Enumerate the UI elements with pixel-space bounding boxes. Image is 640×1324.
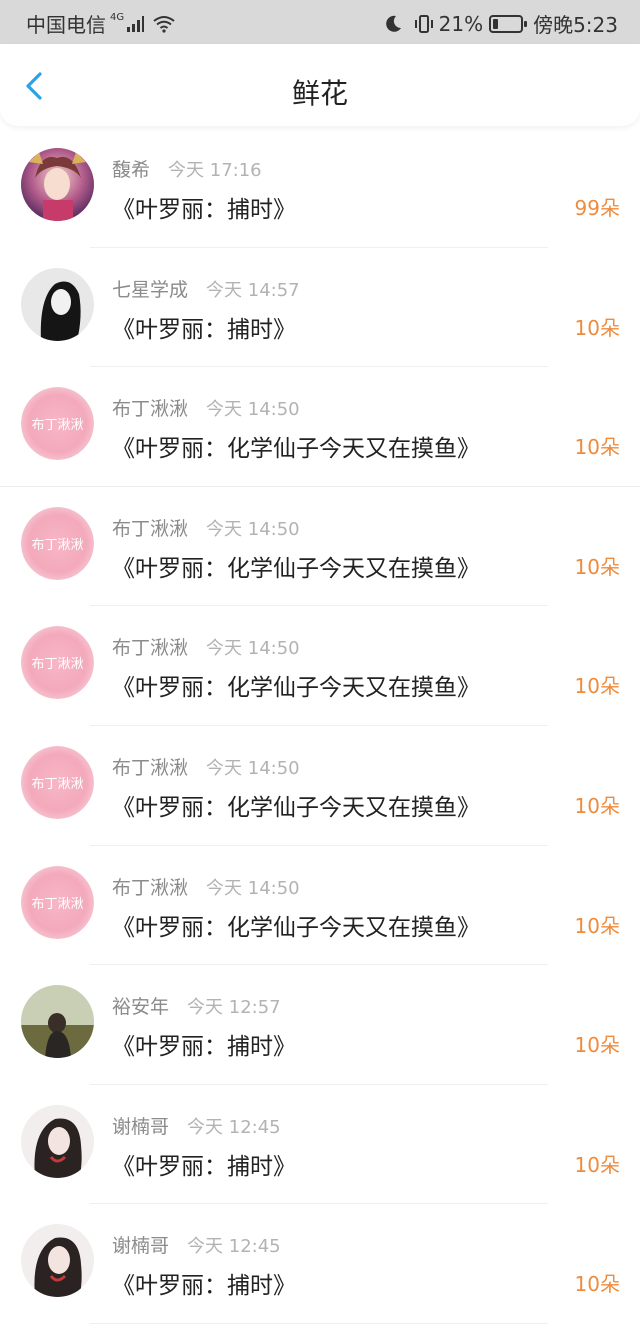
- list-item[interactable]: 馥希 今天 17:16 《叶罗丽：捕时》 99朵: [0, 128, 640, 248]
- avatar[interactable]: [21, 985, 94, 1059]
- flower-count: 99朵: [574, 196, 620, 220]
- avatar-text: 布丁湫湫: [31, 537, 84, 553]
- user-name[interactable]: 布丁湫湫 今天 14:50: [112, 514, 300, 541]
- timestamp: 今天 17:16: [168, 160, 262, 181]
- list-item[interactable]: 布丁湫湫 布丁湫湫 今天 14:50 《叶罗丽：化学仙子今天又在摸鱼》 10朵: [0, 846, 640, 966]
- avatar[interactable]: 布丁湫湫: [21, 865, 94, 939]
- avatar[interactable]: [21, 148, 94, 221]
- user-name-text: 裕安年: [112, 996, 170, 1019]
- list-item[interactable]: 布丁湫湫 布丁湫湫 今天 14:50 《叶罗丽：化学仙子今天又在摸鱼》 10朵: [0, 487, 640, 607]
- user-name-text: 谢楠哥: [112, 1235, 170, 1258]
- user-name-text: 布丁湫湫: [112, 876, 189, 899]
- status-left: 中国电信 4G: [26, 9, 176, 38]
- timestamp: 今天 14:50: [206, 877, 300, 899]
- user-name-text: 布丁湫湫: [112, 398, 189, 421]
- book-title[interactable]: 《叶罗丽：捕时》: [112, 1027, 296, 1061]
- book-title[interactable]: 《叶罗丽：化学仙子今天又在摸鱼》: [112, 549, 480, 583]
- user-name-text: 谢楠哥: [112, 1115, 170, 1138]
- flower-count: 10朵: [574, 793, 620, 818]
- avatar[interactable]: [21, 1224, 94, 1298]
- timestamp: 今天 12:57: [187, 997, 281, 1019]
- book-title[interactable]: 《叶罗丽：化学仙子今天又在摸鱼》: [112, 788, 480, 822]
- book-title[interactable]: 《叶罗丽：化学仙子今天又在摸鱼》: [112, 668, 480, 702]
- avatar[interactable]: 布丁湫湫: [21, 506, 94, 580]
- flower-count: 10朵: [574, 913, 620, 938]
- user-name[interactable]: 谢楠哥 今天 12:45: [112, 1231, 281, 1258]
- flower-list: 馥希 今天 17:16 《叶罗丽：捕时》 99朵七星学成 今天 14:57 《叶罗丽：捕时…: [0, 128, 640, 1324]
- avatar-text: 布丁湫湫: [31, 657, 84, 673]
- avatar-text: 布丁湫湫: [31, 896, 84, 912]
- avatar[interactable]: [21, 267, 94, 341]
- list-item[interactable]: 裕安年 今天 12:57 《叶罗丽：捕时》 10朵: [0, 965, 640, 1085]
- user-name[interactable]: 裕安年 今天 12:57: [112, 992, 281, 1019]
- flower-count: 10朵: [574, 554, 620, 579]
- user-name[interactable]: 馥希 今天 17:16: [112, 155, 262, 182]
- timestamp: 今天 14:57: [206, 279, 300, 301]
- page-title: 鲜花: [291, 77, 348, 110]
- user-name[interactable]: 布丁湫湫 今天 14:50: [112, 873, 300, 900]
- wifi-icon: [153, 15, 175, 33]
- list-item[interactable]: 布丁湫湫 布丁湫湫 今天 14:50 《叶罗丽：化学仙子今天又在摸鱼》 10朵: [0, 606, 640, 726]
- user-name-text: 布丁湫湫: [112, 756, 189, 779]
- user-name[interactable]: 七星学成 今天 14:57: [112, 275, 300, 302]
- flower-count: 10朵: [574, 435, 620, 460]
- timestamp: 今天 14:50: [206, 518, 300, 540]
- avatar[interactable]: [21, 1104, 94, 1178]
- list-item[interactable]: 布丁湫湫 布丁湫湫 今天 14:50 《叶罗丽：化学仙子今天又在摸鱼》 10朵: [0, 367, 640, 487]
- flower-count: 10朵: [574, 315, 620, 340]
- battery-percent: 21%: [438, 11, 484, 36]
- network-label: 4G: [110, 12, 125, 23]
- user-name-text: 馥希: [112, 159, 151, 181]
- timestamp: 今天 14:50: [206, 757, 300, 779]
- flower-count: 10朵: [574, 674, 620, 699]
- avatar-text: 布丁湫湫: [31, 776, 84, 792]
- header-bar: 鲜花: [0, 44, 640, 126]
- book-title[interactable]: 《叶罗丽：捕时》: [112, 1147, 296, 1181]
- status-right: 21% 傍晚5:23: [383, 9, 618, 38]
- book-title[interactable]: 《叶罗丽：捕时》: [112, 1266, 296, 1300]
- book-title[interactable]: 《叶罗丽：捕时》: [112, 190, 296, 224]
- user-name-text: 七星学成: [112, 278, 189, 301]
- book-title[interactable]: 《叶罗丽：化学仙子今天又在摸鱼》: [112, 429, 480, 463]
- avatar[interactable]: 布丁湫湫: [21, 387, 94, 461]
- timestamp: 今天 12:45: [187, 1236, 281, 1258]
- flower-count: 10朵: [574, 1272, 620, 1297]
- flower-count: 10朵: [574, 1152, 620, 1177]
- moon-icon: [385, 15, 401, 32]
- book-title[interactable]: 《叶罗丽：化学仙子今天又在摸鱼》: [112, 908, 480, 942]
- timestamp: 今天 14:50: [206, 638, 300, 660]
- clock: 傍晚5:23: [533, 13, 618, 37]
- user-name-text: 布丁湫湫: [112, 637, 189, 660]
- signal-icon: [127, 15, 145, 32]
- user-name[interactable]: 布丁湫湫 今天 14:50: [112, 753, 300, 780]
- timestamp: 今天 12:45: [187, 1116, 281, 1138]
- list-item[interactable]: 七星学成 今天 14:57 《叶罗丽：捕时》 10朵: [0, 248, 640, 368]
- flower-count: 10朵: [574, 1033, 620, 1058]
- battery-fill: [493, 18, 499, 29]
- list-item[interactable]: 谢楠哥 今天 12:45 《叶罗丽：捕时》 10朵: [0, 1204, 640, 1324]
- user-name[interactable]: 布丁湫湫 今天 14:50: [112, 394, 300, 421]
- list-item[interactable]: 谢楠哥 今天 12:45 《叶罗丽：捕时》 10朵: [0, 1085, 640, 1205]
- user-name[interactable]: 布丁湫湫 今天 14:50: [112, 633, 300, 660]
- avatar[interactable]: 布丁湫湫: [21, 745, 94, 819]
- list-item[interactable]: 布丁湫湫 布丁湫湫 今天 14:50 《叶罗丽：化学仙子今天又在摸鱼》 10朵: [0, 726, 640, 846]
- user-name[interactable]: 谢楠哥 今天 12:45: [112, 1112, 281, 1139]
- battery-icon: [489, 14, 528, 33]
- avatar[interactable]: 布丁湫湫: [21, 626, 94, 700]
- status-bar: 中国电信 4G 21% 傍晚5:23: [0, 0, 640, 44]
- timestamp: 今天 14:50: [206, 399, 300, 421]
- user-name-text: 布丁湫湫: [112, 517, 189, 540]
- book-title[interactable]: 《叶罗丽：捕时》: [112, 310, 296, 344]
- avatar-text: 布丁湫湫: [31, 418, 84, 434]
- carrier-label: 中国电信: [26, 13, 106, 37]
- vibrate-icon: [414, 14, 433, 33]
